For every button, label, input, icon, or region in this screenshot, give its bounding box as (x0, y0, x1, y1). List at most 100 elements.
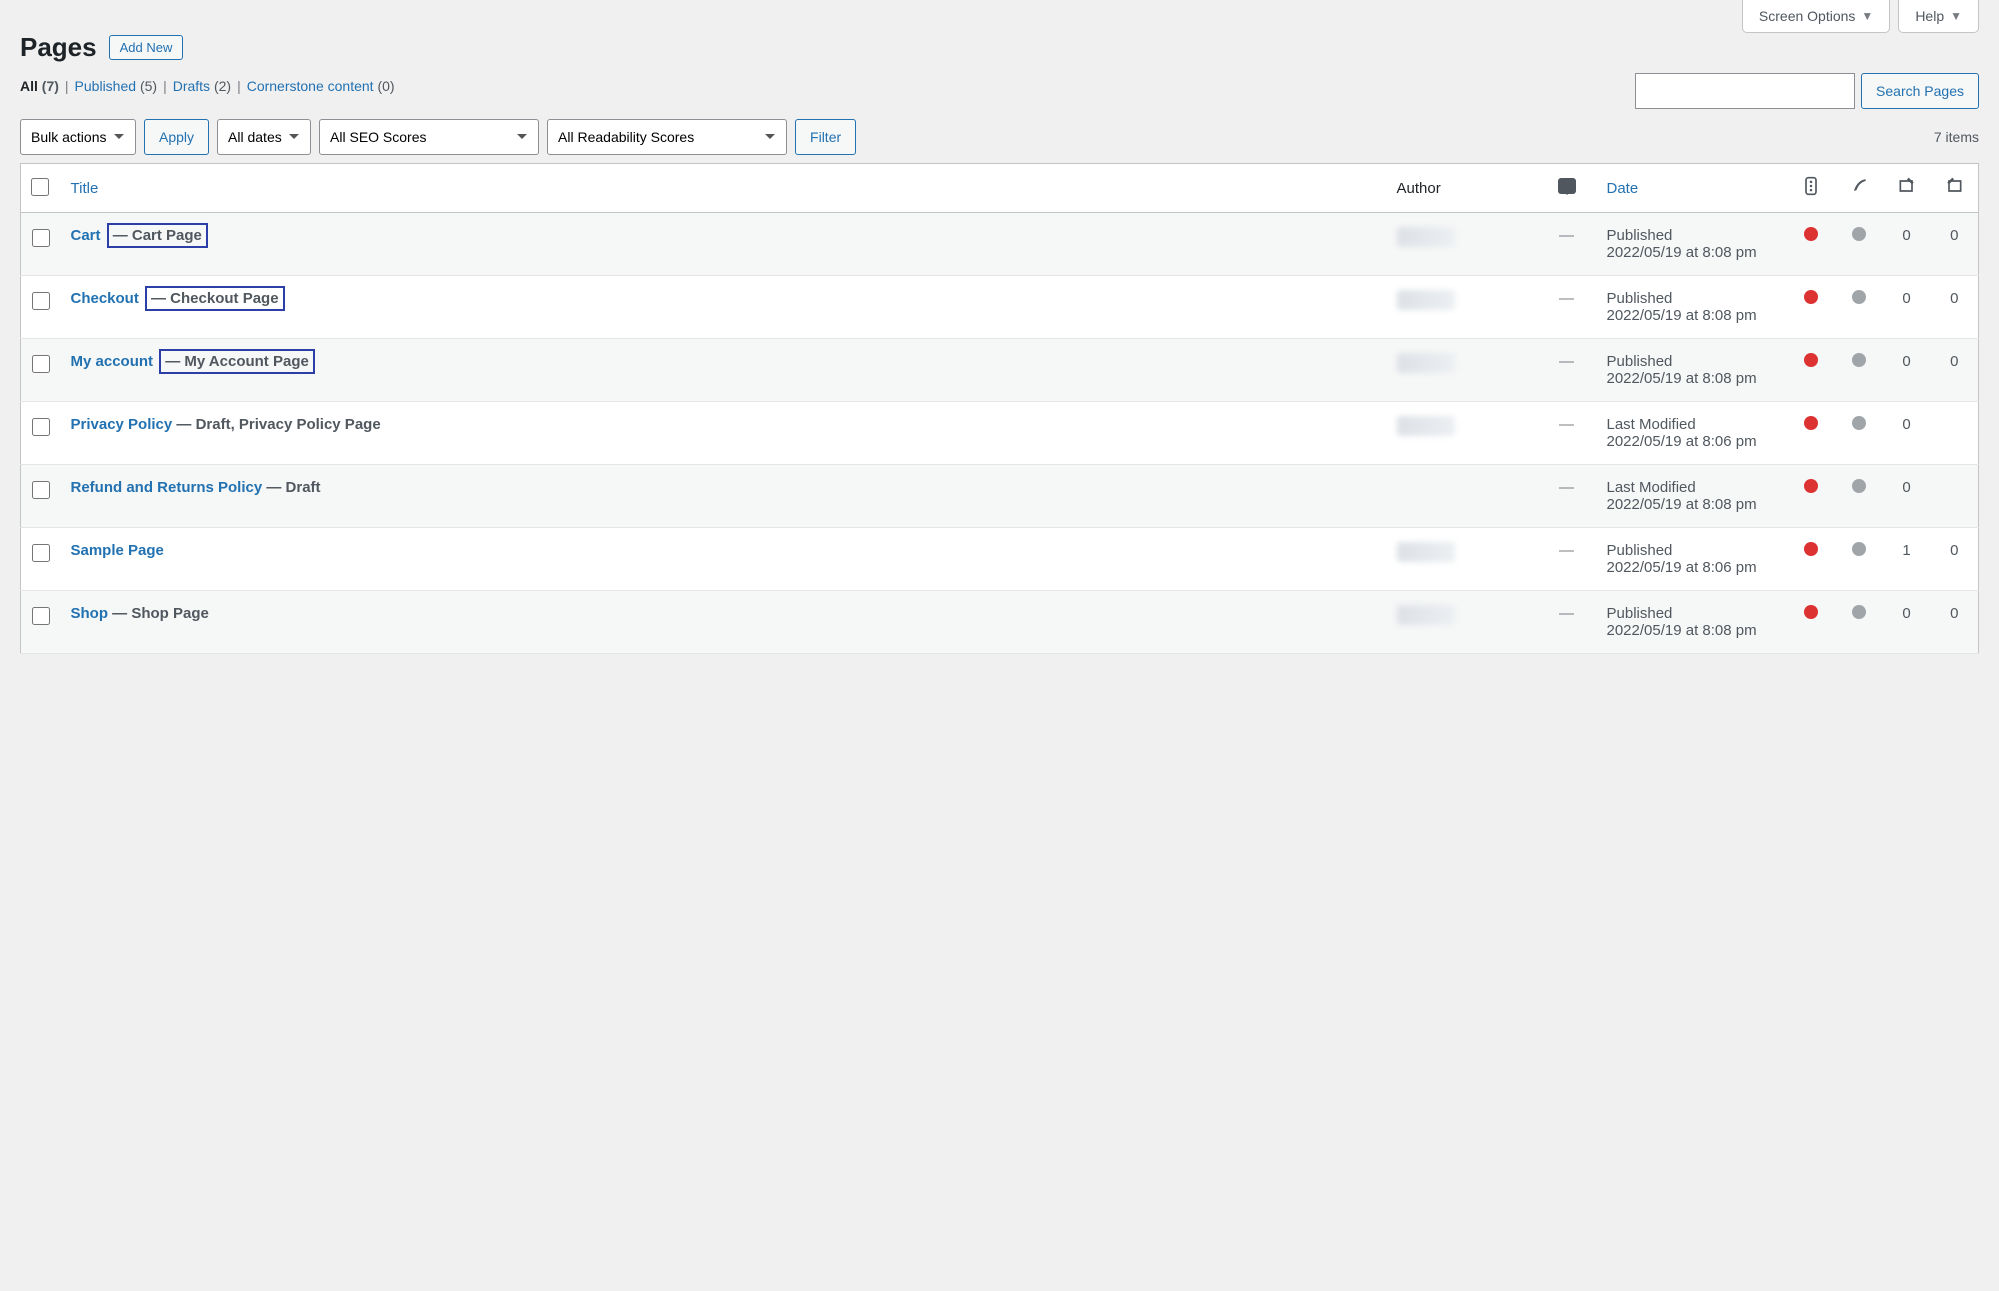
pages-table: Title Author Date Cart — Cart Page—Publi… (20, 163, 1979, 654)
row-comments: — (1537, 402, 1597, 465)
row-comments: — (1537, 339, 1597, 402)
row-date: Published2022/05/19 at 8:08 pm (1597, 339, 1787, 402)
page-title: Pages (20, 32, 97, 63)
seo-score-icon (1801, 176, 1821, 196)
readability-score-dot (1852, 479, 1866, 493)
select-all-checkbox[interactable] (31, 178, 49, 196)
row-comments: — (1537, 213, 1597, 276)
readability-score-dot (1852, 290, 1866, 304)
outgoing-links-count: 0 (1883, 339, 1931, 402)
col-seo-score[interactable] (1787, 164, 1835, 213)
outgoing-links-icon (1897, 176, 1917, 196)
screen-options-label: Screen Options (1759, 8, 1856, 24)
filter-drafts[interactable]: Drafts (2) (173, 78, 231, 94)
item-count: 7 items (1934, 129, 1979, 145)
row-checkbox[interactable] (32, 544, 50, 562)
row-date: Published2022/05/19 at 8:08 pm (1597, 591, 1787, 654)
seo-score-filter-select[interactable]: All SEO Scores (319, 119, 539, 155)
filter-all[interactable]: All (7) (20, 78, 59, 94)
outgoing-links-count: 0 (1883, 465, 1931, 528)
outgoing-links-count: 0 (1883, 402, 1931, 465)
table-row: Cart — Cart Page —Published2022/05/19 at … (21, 213, 1979, 276)
outgoing-links-count: 0 (1883, 213, 1931, 276)
row-title-suffix: — Draft, Privacy Policy Page (176, 416, 380, 433)
incoming-links-count (1931, 465, 1979, 528)
table-row: Privacy Policy — Draft, Privacy Policy P… (21, 402, 1979, 465)
row-title-suffix: — Cart Page (107, 223, 208, 248)
row-comments: — (1537, 528, 1597, 591)
row-title-link[interactable]: Checkout (71, 290, 139, 307)
col-author: Author (1387, 164, 1537, 213)
col-title[interactable]: Title (61, 164, 1387, 213)
feather-icon (1849, 176, 1869, 196)
row-title-suffix: — Shop Page (112, 605, 209, 622)
author-name[interactable] (1397, 290, 1455, 310)
readability-score-dot (1852, 605, 1866, 619)
outgoing-links-count: 1 (1883, 528, 1931, 591)
row-title-link[interactable]: Privacy Policy (71, 416, 173, 433)
readability-filter-select[interactable]: All Readability Scores (547, 119, 787, 155)
author-name[interactable] (1397, 542, 1455, 562)
search-input[interactable] (1635, 73, 1855, 109)
author-name[interactable] (1397, 353, 1455, 373)
date-filter-select[interactable]: All dates (217, 119, 311, 155)
outgoing-links-count: 0 (1883, 591, 1931, 654)
filter-published[interactable]: Published (5) (75, 78, 158, 94)
row-date: Published2022/05/19 at 8:06 pm (1597, 528, 1787, 591)
row-checkbox[interactable] (32, 418, 50, 436)
row-title-link[interactable]: Shop (71, 605, 109, 622)
row-checkbox[interactable] (32, 607, 50, 625)
bulk-actions-select[interactable]: Bulk actions (20, 119, 136, 155)
col-outgoing-links[interactable] (1883, 164, 1931, 213)
row-title-link[interactable]: Cart (71, 227, 101, 244)
col-readability[interactable] (1835, 164, 1883, 213)
readability-score-dot (1852, 542, 1866, 556)
row-title-suffix: — My Account Page (159, 349, 315, 374)
incoming-links-count: 0 (1931, 276, 1979, 339)
search-button[interactable]: Search Pages (1861, 73, 1979, 109)
row-date: Published2022/05/19 at 8:08 pm (1597, 213, 1787, 276)
row-checkbox[interactable] (32, 355, 50, 373)
col-incoming-links[interactable] (1931, 164, 1979, 213)
readability-score-dot (1852, 353, 1866, 367)
row-date: Last Modified2022/05/19 at 8:08 pm (1597, 465, 1787, 528)
row-title-suffix: — Checkout Page (145, 286, 285, 311)
add-new-button[interactable]: Add New (109, 35, 184, 60)
seo-score-dot (1804, 416, 1818, 430)
row-checkbox[interactable] (32, 481, 50, 499)
row-comments: — (1537, 276, 1597, 339)
row-comments: — (1537, 591, 1597, 654)
col-comments[interactable] (1537, 164, 1597, 213)
table-row: My account — My Account Page —Published20… (21, 339, 1979, 402)
apply-button[interactable]: Apply (144, 119, 209, 155)
row-checkbox[interactable] (32, 229, 50, 247)
seo-score-dot (1804, 353, 1818, 367)
author-name[interactable] (1397, 227, 1455, 247)
seo-score-dot (1804, 479, 1818, 493)
col-date[interactable]: Date (1597, 164, 1787, 213)
screen-options-tab[interactable]: Screen Options ▼ (1742, 0, 1890, 33)
seo-score-dot (1804, 227, 1818, 241)
readability-score-dot (1852, 227, 1866, 241)
row-comments: — (1537, 465, 1597, 528)
row-title-link[interactable]: Sample Page (71, 542, 164, 559)
caret-down-icon: ▼ (1861, 9, 1873, 23)
row-date: Last Modified2022/05/19 at 8:06 pm (1597, 402, 1787, 465)
row-title-link[interactable]: My account (71, 353, 154, 370)
incoming-links-icon (1944, 176, 1964, 196)
incoming-links-count: 0 (1931, 591, 1979, 654)
filter-cornerstone[interactable]: Cornerstone content (0) (247, 78, 395, 94)
row-checkbox[interactable] (32, 292, 50, 310)
row-title-link[interactable]: Refund and Returns Policy (71, 479, 263, 496)
incoming-links-count (1931, 402, 1979, 465)
table-row: Refund and Returns Policy — Draft —Last M… (21, 465, 1979, 528)
author-name[interactable] (1397, 605, 1455, 625)
caret-down-icon: ▼ (1950, 9, 1962, 23)
table-row: Checkout — Checkout Page —Published2022/0… (21, 276, 1979, 339)
filter-button[interactable]: Filter (795, 119, 856, 155)
help-tab[interactable]: Help ▼ (1898, 0, 1979, 33)
row-date: Published2022/05/19 at 8:08 pm (1597, 276, 1787, 339)
author-name[interactable] (1397, 416, 1455, 436)
row-title-suffix: — Draft (266, 479, 320, 496)
table-row: Shop — Shop Page —Published2022/05/19 at … (21, 591, 1979, 654)
